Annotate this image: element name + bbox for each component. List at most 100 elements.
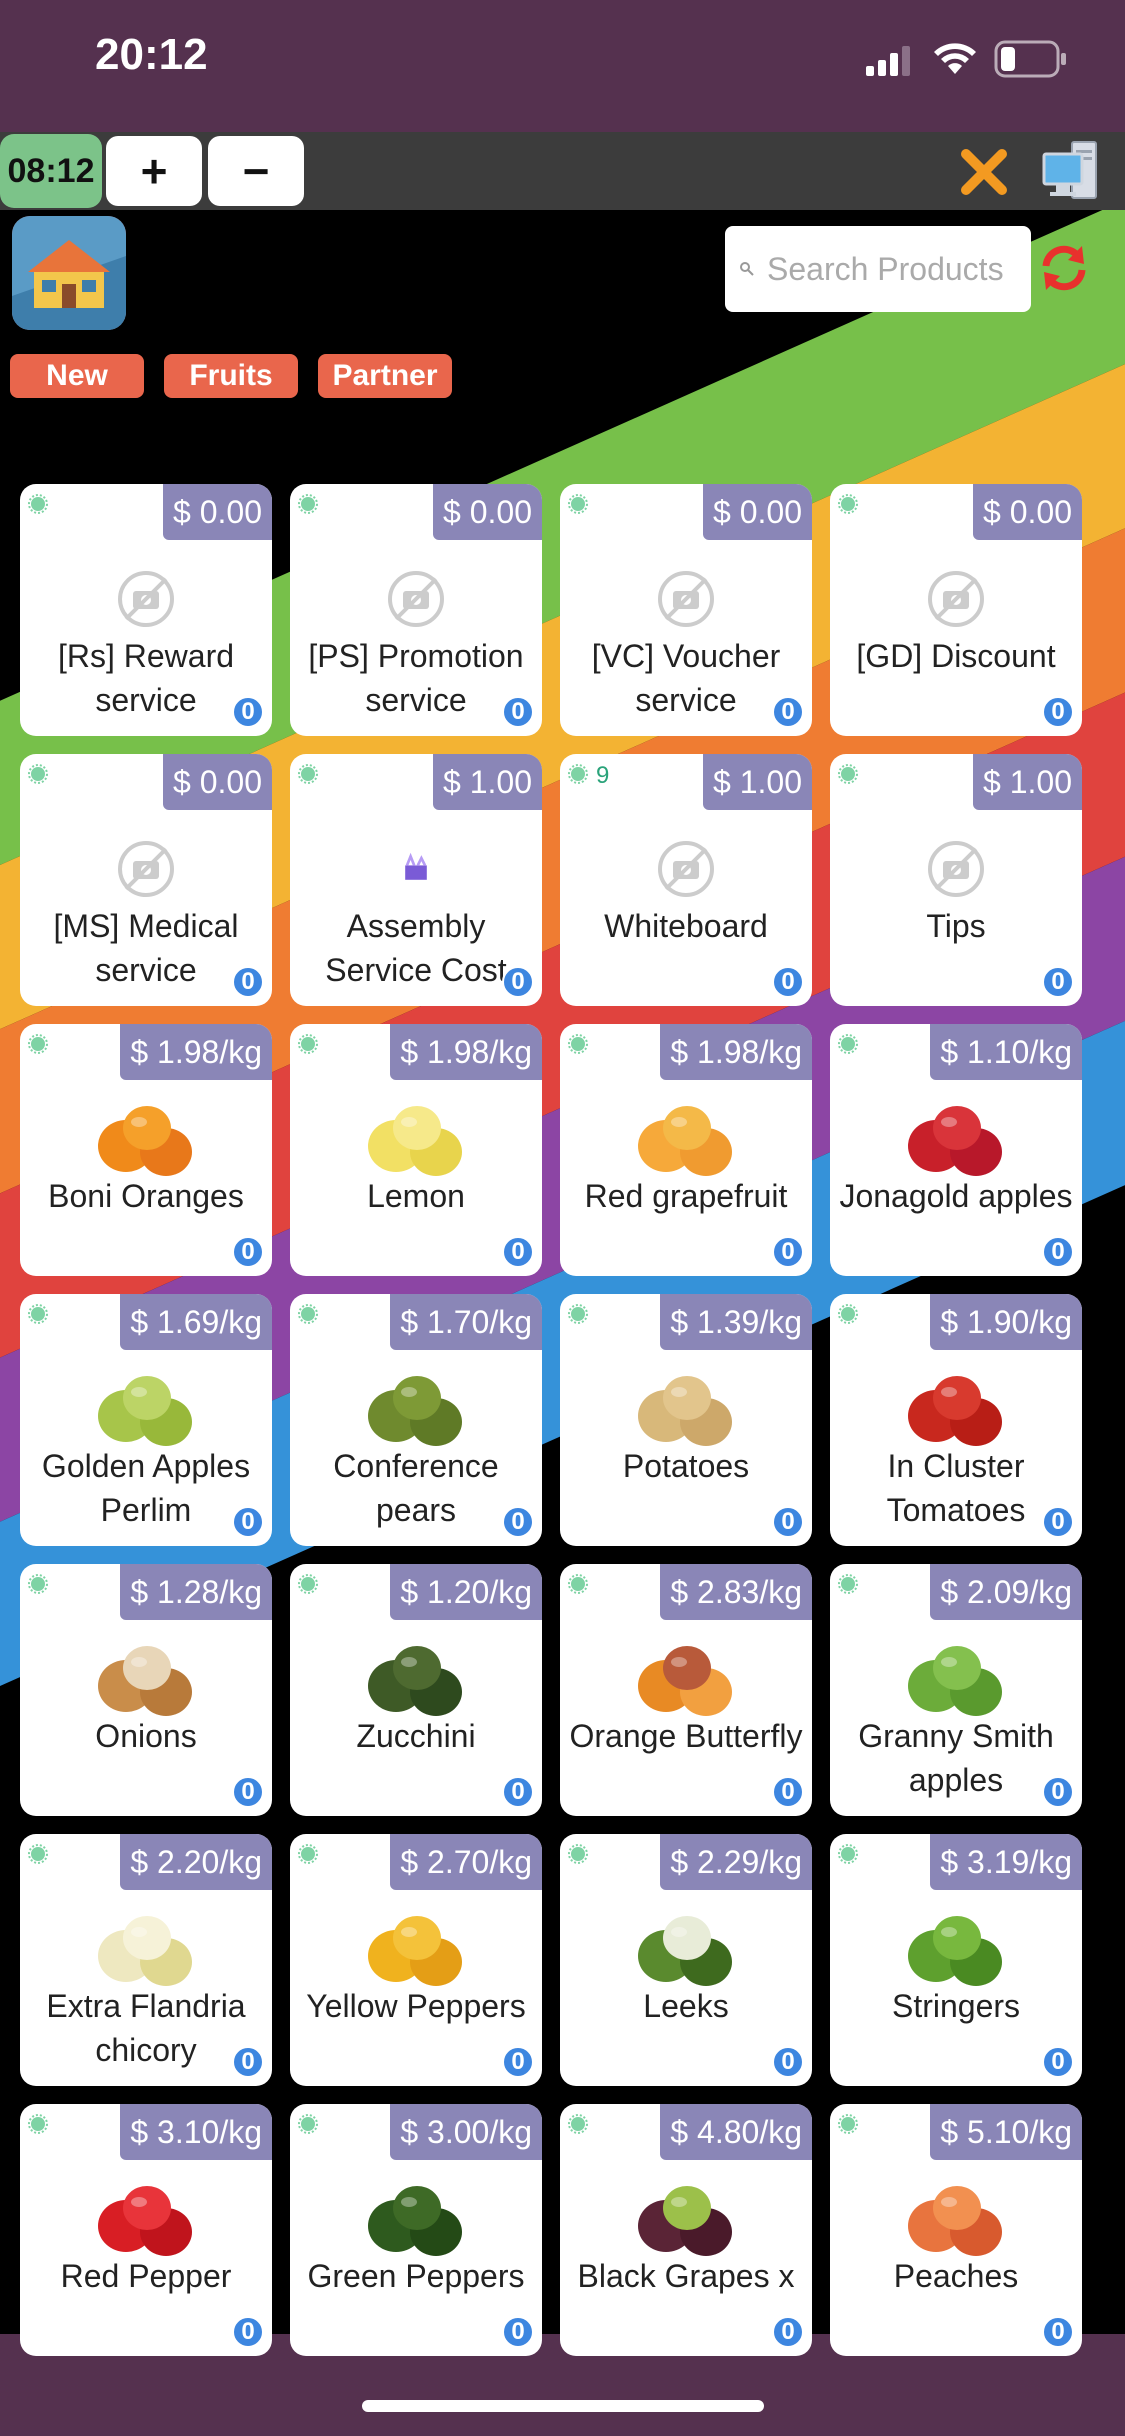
product-card[interactable]: $ 1.69/kg Golden Apples Perlim 0 (20, 1294, 272, 1546)
product-card[interactable]: $ 1.98/kg Red grapefruit 0 (560, 1024, 812, 1276)
product-card[interactable]: $ 3.19/kg Stringers 0 (830, 1834, 1082, 2086)
product-image (351, 1634, 481, 1724)
quantity-badge: 0 (232, 2316, 264, 2348)
product-card[interactable]: $ 0.00 [PS] Promotion service 0 (290, 484, 542, 736)
product-card[interactable]: $ 1.90/kg In Cluster Tomatoes 0 (830, 1294, 1082, 1546)
category-fruits-button[interactable]: Fruits (164, 354, 298, 398)
product-name: Black Grapes x (577, 2258, 795, 2294)
product-price: $ 1.20/kg (390, 1564, 542, 1620)
product-card[interactable]: $ 0.00 [GD] Discount 0 (830, 484, 1082, 736)
zoom-in-button[interactable]: + (106, 136, 202, 206)
product-price: $ 1.39/kg (660, 1294, 812, 1350)
product-price: $ 2.70/kg (390, 1834, 542, 1890)
product-price: $ 2.83/kg (660, 1564, 812, 1620)
quantity-badge: 0 (232, 696, 264, 728)
new-badge-icon (838, 1304, 858, 1324)
new-badge-icon (298, 1034, 318, 1054)
product-name: Zucchini (356, 1718, 476, 1754)
search-placeholder: Search Products (767, 250, 1004, 287)
computer-icon[interactable] (1042, 140, 1100, 202)
product-card[interactable]: $ 0.00 [Rs] Reward service 0 (20, 484, 272, 736)
product-image (621, 1634, 751, 1724)
session-timer[interactable]: 08:12 (0, 134, 102, 208)
product-price: $ 1.00 (703, 754, 812, 810)
product-card[interactable]: $ 2.83/kg Orange Butterfly 0 (560, 1564, 812, 1816)
product-card[interactable]: $ 1.20/kg Zucchini 0 (290, 1564, 542, 1816)
product-card[interactable]: $ 2.70/kg Yellow Peppers 0 (290, 1834, 542, 2086)
new-badge-icon (838, 1574, 858, 1594)
product-card[interactable]: $ 0.00 [MS] Medical service 0 (20, 754, 272, 1006)
house-icon (12, 216, 126, 330)
product-image (621, 1094, 751, 1184)
product-price: $ 4.80/kg (660, 2104, 812, 2160)
product-card[interactable]: $ 2.20/kg Extra Flandria chicory 0 (20, 1834, 272, 2086)
product-price: $ 3.10/kg (120, 2104, 272, 2160)
search-input[interactable]: Search Products (725, 226, 1031, 312)
zoom-out-button[interactable]: − (208, 136, 304, 206)
home-logo[interactable] (12, 216, 126, 330)
product-image (621, 1364, 751, 1454)
product-card[interactable]: $ 0.00 [VC] Voucher service 0 (560, 484, 812, 736)
product-card[interactable]: $ 3.00/kg Green Peppers 0 (290, 2104, 542, 2356)
product-card[interactable]: $ 1.39/kg Potatoes 0 (560, 1294, 812, 1546)
product-price: $ 0.00 (703, 484, 812, 540)
refresh-icon[interactable] (1038, 242, 1090, 294)
product-name: Peaches (893, 2258, 1019, 2294)
home-indicator[interactable] (362, 2400, 764, 2412)
product-card[interactable]: $ 4.80/kg Black Grapes x 0 (560, 2104, 812, 2356)
product-image (891, 1904, 1021, 1994)
product-name: Stringers (891, 1988, 1021, 2024)
product-image (621, 2174, 751, 2264)
product-card[interactable]: $ 2.09/kg Granny Smith apples 0 (830, 1564, 1082, 1816)
product-card[interactable]: $ 1.10/kg Jonagold apples 0 (830, 1024, 1082, 1276)
quantity-badge: 0 (1042, 696, 1074, 728)
product-card[interactable]: $ 1.00 Tips 0 (830, 754, 1082, 1006)
close-icon[interactable] (958, 146, 1010, 198)
new-badge-icon (838, 1034, 858, 1054)
product-card[interactable]: $ 1.98/kg Lemon 0 (290, 1024, 542, 1276)
category-partner-button[interactable]: Partner (318, 354, 452, 398)
product-image (81, 2174, 211, 2264)
quantity-badge: 0 (232, 1776, 264, 1808)
product-card[interactable]: $ 3.10/kg Red Pepper 0 (20, 2104, 272, 2356)
quantity-badge: 0 (1042, 1506, 1074, 1538)
product-card[interactable]: $ 1.98/kg Boni Oranges 0 (20, 1024, 272, 1276)
product-card[interactable]: $ 5.10/kg Peaches 0 (830, 2104, 1082, 2356)
new-badge-icon (838, 764, 858, 784)
product-image (351, 1904, 481, 1994)
new-badge-icon (568, 494, 588, 514)
quantity-badge: 0 (1042, 966, 1074, 998)
wifi-icon (934, 43, 976, 74)
product-price: $ 1.10/kg (930, 1024, 1082, 1080)
product-name: Jonagold apples (839, 1178, 1073, 1214)
new-badge-icon (298, 1844, 318, 1864)
product-name: Tips (926, 908, 986, 944)
new-badge-icon (838, 1844, 858, 1864)
product-name: Red grapefruit (584, 1178, 788, 1214)
product-image (891, 2174, 1021, 2264)
product-name: Green Peppers (307, 2258, 525, 2294)
product-card[interactable]: 9 $ 1.00 Whiteboard 0 (560, 754, 812, 1006)
new-badge-icon (28, 1034, 48, 1054)
product-card[interactable]: $ 1.70/kg Conference pears 0 (290, 1294, 542, 1546)
product-price: $ 1.90/kg (930, 1294, 1082, 1350)
new-badge-icon (298, 2114, 318, 2134)
no-photo-icon (81, 554, 211, 644)
quantity-badge: 0 (772, 1506, 804, 1538)
product-card[interactable]: $ 1.28/kg Onions 0 (20, 1564, 272, 1816)
search-icon (740, 262, 754, 276)
product-card[interactable]: $ 2.29/kg Leeks 0 (560, 1834, 812, 2086)
product-name: Boni Oranges (48, 1178, 244, 1214)
quantity-badge: 0 (232, 2046, 264, 2078)
product-price: $ 1.00 (973, 754, 1082, 810)
category-new-button[interactable]: New (10, 354, 144, 398)
product-price: $ 1.28/kg (120, 1564, 272, 1620)
new-badge-icon (28, 764, 48, 784)
product-card[interactable]: $ 1.00 Assembly Service Cost 0 (290, 754, 542, 1006)
no-photo-icon (621, 824, 751, 914)
product-image (351, 1094, 481, 1184)
product-price: $ 2.09/kg (930, 1564, 1082, 1620)
new-badge-icon (28, 1304, 48, 1324)
quantity-badge: 0 (1042, 2316, 1074, 2348)
product-name: Lemon (367, 1178, 465, 1214)
